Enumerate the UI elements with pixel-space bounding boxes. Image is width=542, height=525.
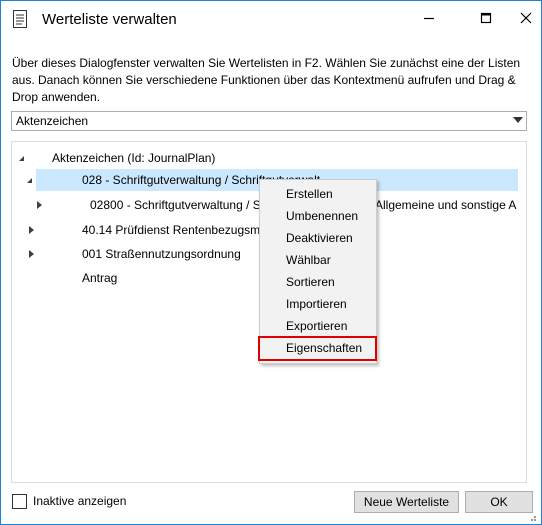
maximize-icon (480, 12, 492, 27)
document-list-icon (11, 9, 29, 29)
tree-node-label: 02800 - Schriftgutverwaltung / S (90, 198, 261, 212)
dialog-description: Über dieses Dialogfenster verwalten Sie … (12, 56, 521, 104)
menu-item-label: Wählbar (286, 253, 331, 267)
tree-item[interactable]: 40.14 Prüfdienst Rentenbezugsmi (82, 219, 263, 241)
minimize-button[interactable] (414, 5, 444, 33)
menu-item-deaktivieren[interactable]: Deaktivieren (260, 227, 376, 249)
tree-node-label: Antrag (82, 271, 118, 285)
close-button[interactable] (511, 5, 541, 33)
expander-open-icon[interactable] (27, 178, 32, 183)
menu-item-label: Erstellen (286, 187, 333, 201)
tree-item[interactable]: Antrag (82, 267, 117, 289)
new-value-list-button[interactable]: Neue Werteliste (354, 491, 459, 513)
expander-closed-icon[interactable] (29, 226, 34, 234)
menu-item-erstellen[interactable]: Erstellen (260, 183, 376, 205)
resize-grip-icon[interactable] (527, 511, 537, 521)
highlight-annotation (258, 336, 377, 361)
maximize-button[interactable] (471, 5, 501, 33)
expander-closed-icon[interactable] (29, 250, 34, 258)
menu-item-importieren[interactable]: Importieren (260, 293, 376, 315)
tree-root-node[interactable]: Aktenzeichen (Id: JournalPlan) (52, 147, 215, 169)
inactive-checkbox-label: Inaktive anzeigen (33, 494, 127, 508)
inactive-checkbox[interactable] (12, 494, 27, 509)
menu-item-label: Deaktivieren (286, 231, 353, 245)
menu-item-exportieren[interactable]: Exportieren (260, 315, 376, 337)
menu-item-waehlbar[interactable]: Wählbar (260, 249, 376, 271)
close-icon (520, 12, 532, 27)
window-title: Werteliste verwalten (42, 11, 177, 28)
list-selector-value: Aktenzeichen (16, 114, 89, 128)
chevron-down-icon (513, 117, 523, 123)
ok-button[interactable]: OK (465, 491, 533, 513)
menu-item-label: Sortieren (286, 275, 335, 289)
menu-item-label: Importieren (286, 297, 347, 311)
menu-item-label: Umbenennen (286, 209, 359, 223)
menu-item-umbenennen[interactable]: Umbenennen (260, 205, 376, 227)
tree-node-label: 001 Straßennutzungsordnung (82, 247, 241, 261)
menu-item-label: Exportieren (286, 319, 348, 333)
minimize-icon (423, 12, 435, 27)
menu-item-sortieren[interactable]: Sortieren (260, 271, 376, 293)
expander-open-icon[interactable] (19, 156, 24, 161)
list-selector-dropdown[interactable]: Aktenzeichen (11, 111, 527, 131)
tree-item[interactable]: 001 Straßennutzungsordnung (82, 243, 241, 265)
tree-node-label: 40.14 Prüfdienst Rentenbezugsmi (82, 223, 263, 237)
tree-node-label: Allgemeine und sonstige A (375, 198, 517, 212)
expander-closed-icon[interactable] (37, 201, 42, 209)
tree-node-label: Aktenzeichen (Id: JournalPlan) (52, 151, 216, 165)
tree-item-tail: Allgemeine und sonstige A (375, 194, 516, 216)
dialog-window: Werteliste verwalten Über dieses Dialogf… (0, 0, 542, 525)
title-bar: Werteliste verwalten (1, 1, 541, 39)
tree-item[interactable]: 02800 - Schriftgutverwaltung / S (90, 194, 261, 216)
